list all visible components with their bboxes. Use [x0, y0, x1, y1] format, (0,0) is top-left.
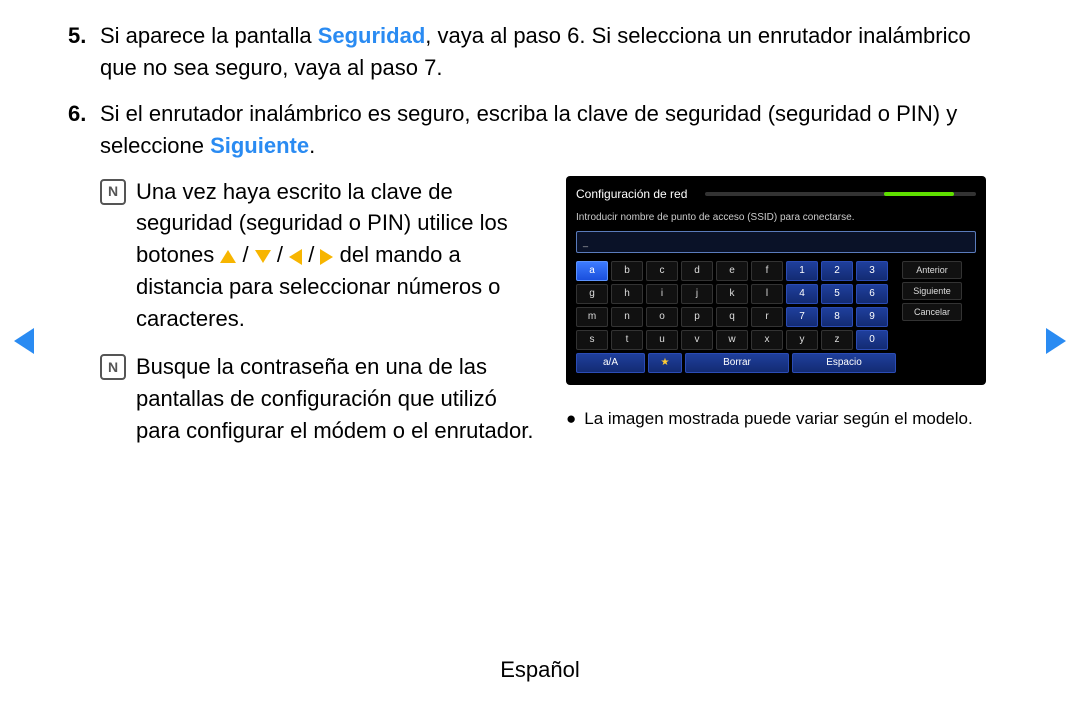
key-9[interactable]: 9: [856, 307, 888, 327]
footer-language: Español: [0, 657, 1080, 683]
step-6-number: 6.: [68, 98, 86, 130]
key-c[interactable]: c: [646, 261, 678, 281]
key-1[interactable]: 1: [786, 261, 818, 281]
prev-button[interactable]: Anterior: [902, 261, 962, 279]
key-b[interactable]: b: [611, 261, 643, 281]
next-button[interactable]: Siguiente: [902, 282, 962, 300]
key-l[interactable]: l: [751, 284, 783, 304]
note-icon: N: [100, 179, 126, 205]
step-6-post: .: [309, 133, 315, 158]
page-next-icon[interactable]: [1046, 328, 1066, 354]
step-5-pre: Si aparece la pantalla: [100, 23, 318, 48]
note-1: N Una vez haya escrito la clave de segur…: [100, 176, 538, 335]
slash2: /: [277, 242, 289, 267]
cancel-button[interactable]: Cancelar: [902, 303, 962, 321]
key-8[interactable]: 8: [821, 307, 853, 327]
step-5: 5. Si aparece la pantalla Seguridad, vay…: [100, 20, 1010, 84]
ssid-input[interactable]: _: [576, 231, 976, 253]
slash1: /: [243, 242, 255, 267]
key-6[interactable]: 6: [856, 284, 888, 304]
down-arrow-icon: [255, 250, 271, 263]
key-q[interactable]: q: [716, 307, 748, 327]
key-o[interactable]: o: [646, 307, 678, 327]
caption-text: La imagen mostrada puede variar según el…: [584, 409, 972, 428]
right-arrow-icon: [320, 249, 333, 265]
key-d[interactable]: d: [681, 261, 713, 281]
caption: ●La imagen mostrada puede variar según e…: [566, 407, 986, 432]
key-n[interactable]: n: [611, 307, 643, 327]
key-a[interactable]: a: [576, 261, 608, 281]
key-e[interactable]: e: [716, 261, 748, 281]
step-6: 6. Si el enrutador inalámbrico es seguro…: [100, 98, 1010, 162]
note-icon-2: N: [100, 354, 126, 380]
step-6-highlight: Siguiente: [210, 133, 309, 158]
key-star[interactable]: ★: [648, 353, 682, 373]
note-2: N Busque la contraseña en una de las pan…: [100, 351, 538, 447]
up-arrow-icon: [220, 250, 236, 263]
key-g[interactable]: g: [576, 284, 608, 304]
key-2[interactable]: 2: [821, 261, 853, 281]
key-4[interactable]: 4: [786, 284, 818, 304]
key-m[interactable]: m: [576, 307, 608, 327]
progress-bar: [705, 192, 976, 196]
keyboard-row-1: a b c d e f 1 2 3 g h i j: [576, 261, 896, 350]
step-5-number: 5.: [68, 20, 86, 52]
key-t[interactable]: t: [611, 330, 643, 350]
key-delete[interactable]: Borrar: [685, 353, 789, 373]
key-s[interactable]: s: [576, 330, 608, 350]
key-p[interactable]: p: [681, 307, 713, 327]
key-v[interactable]: v: [681, 330, 713, 350]
tv-title: Configuración de red: [576, 186, 687, 203]
step-5-highlight: Seguridad: [318, 23, 426, 48]
tv-instruction: Introducir nombre de punto de acceso (SS…: [576, 211, 976, 226]
key-3[interactable]: 3: [856, 261, 888, 281]
key-i[interactable]: i: [646, 284, 678, 304]
caption-bullet: ●: [566, 409, 584, 428]
key-0[interactable]: 0: [856, 330, 888, 350]
page-prev-icon[interactable]: [14, 328, 34, 354]
key-5[interactable]: 5: [821, 284, 853, 304]
key-k[interactable]: k: [716, 284, 748, 304]
left-arrow-icon: [289, 249, 302, 265]
note-2-text: Busque la contraseña en una de las panta…: [136, 354, 533, 443]
key-z[interactable]: z: [821, 330, 853, 350]
key-u[interactable]: u: [646, 330, 678, 350]
key-f[interactable]: f: [751, 261, 783, 281]
tv-screenshot: Configuración de red Introducir nombre d…: [566, 176, 986, 386]
key-j[interactable]: j: [681, 284, 713, 304]
key-y[interactable]: y: [786, 330, 818, 350]
key-shift[interactable]: a/A: [576, 353, 645, 373]
key-w[interactable]: w: [716, 330, 748, 350]
key-7[interactable]: 7: [786, 307, 818, 327]
key-x[interactable]: x: [751, 330, 783, 350]
key-space[interactable]: Espacio: [792, 353, 896, 373]
key-r[interactable]: r: [751, 307, 783, 327]
slash3: /: [308, 242, 320, 267]
key-h[interactable]: h: [611, 284, 643, 304]
